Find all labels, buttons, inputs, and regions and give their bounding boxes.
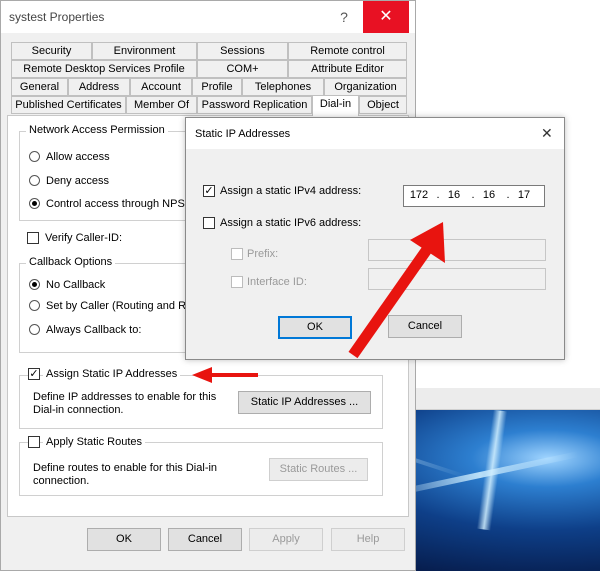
ipv4-dot-1: . xyxy=(436,189,440,201)
deny-access-radio[interactable] xyxy=(29,175,40,186)
network-access-legend: Network Access Permission xyxy=(26,124,168,136)
static-ip-description-2: Dial-in connection. xyxy=(33,404,124,416)
always-callback-radio[interactable] xyxy=(29,324,40,335)
assign-ipv4-checkbox[interactable]: ✓ xyxy=(203,185,215,197)
assign-static-ip-label: Assign Static IP Addresses xyxy=(43,368,181,380)
prefix-label: Prefix: xyxy=(247,248,279,260)
deny-access-label: Deny access xyxy=(46,175,109,187)
cancel-button[interactable]: Cancel xyxy=(168,528,242,551)
dialog-titlebar: Static IP Addresses ✕ xyxy=(186,118,564,149)
nps-access-radio[interactable] xyxy=(29,198,40,209)
tab-organization[interactable]: Organization xyxy=(324,78,407,96)
verify-caller-id-checkbox[interactable] xyxy=(27,232,39,244)
assign-static-ip-checkbox[interactable]: ✓ xyxy=(28,368,40,380)
tab-published-certificates[interactable]: Published Certificates xyxy=(11,96,126,114)
ipv4-octet-4: 17 xyxy=(517,189,531,201)
assign-ipv6-label: Assign a static IPv6 address: xyxy=(220,217,362,229)
tab-sessions[interactable]: Sessions xyxy=(197,42,288,60)
ipv4-address-input[interactable]: 172 . 16 . 16 . 17 xyxy=(403,185,545,207)
caller-set-label: Set by Caller (Routing and Re xyxy=(46,300,193,312)
static-routes-description-1: Define routes to enable for this Dial-in xyxy=(33,462,218,474)
interface-id-input[interactable] xyxy=(368,268,546,290)
nps-access-label: Control access through NPS N xyxy=(46,198,196,210)
tab-object[interactable]: Object xyxy=(359,96,407,114)
interface-id-checkbox[interactable] xyxy=(231,276,243,288)
tab-general[interactable]: General xyxy=(11,78,68,96)
interface-id-label: Interface ID: xyxy=(247,276,307,288)
static-routes-button[interactable]: Static Routes ... xyxy=(269,458,368,481)
apply-button[interactable]: Apply xyxy=(249,528,323,551)
tab-security[interactable]: Security xyxy=(11,42,92,60)
tab-profile[interactable]: Profile xyxy=(192,78,242,96)
ipv4-octet-1: 172 xyxy=(409,189,429,201)
tab-address[interactable]: Address xyxy=(68,78,130,96)
assign-ipv6-checkbox[interactable] xyxy=(203,217,215,229)
tab-dial-in[interactable]: Dial-in xyxy=(312,95,359,116)
tab-telephones[interactable]: Telephones xyxy=(242,78,324,96)
apply-static-routes-checkbox[interactable] xyxy=(28,436,40,448)
callback-legend: Callback Options xyxy=(26,256,116,268)
dialog-ok-button[interactable]: OK xyxy=(278,316,352,339)
tab-rds-profile[interactable]: Remote Desktop Services Profile xyxy=(11,60,197,78)
caller-set-radio[interactable] xyxy=(29,300,40,311)
static-ip-addresses-button[interactable]: Static IP Addresses ... xyxy=(238,391,371,414)
ipv4-octet-2: 16 xyxy=(447,189,461,201)
no-callback-label: No Callback xyxy=(46,279,106,291)
window-title: systest Properties xyxy=(9,10,105,24)
static-routes-description-2: connection. xyxy=(33,475,90,487)
tab-complus[interactable]: COM+ xyxy=(197,60,288,78)
no-callback-radio[interactable] xyxy=(29,279,40,290)
tab-member-of[interactable]: Member Of xyxy=(126,96,197,114)
tab-account[interactable]: Account xyxy=(130,78,192,96)
dialog-close-button[interactable]: ✕ xyxy=(541,125,553,142)
ipv4-dot-3: . xyxy=(506,189,510,201)
tab-environment[interactable]: Environment xyxy=(92,42,197,60)
verify-caller-id-label: Verify Caller-ID: xyxy=(45,232,123,244)
tab-password-replication[interactable]: Password Replication xyxy=(197,96,312,114)
static-ip-description-1: Define IP addresses to enable for this xyxy=(33,391,217,403)
close-button[interactable]: ✕ xyxy=(363,1,409,33)
ipv4-octet-3: 16 xyxy=(482,189,496,201)
dialog-title: Static IP Addresses xyxy=(195,128,291,140)
prefix-checkbox[interactable] xyxy=(231,248,243,260)
always-callback-label: Always Callback to: xyxy=(46,324,142,336)
ipv4-dot-2: . xyxy=(471,189,475,201)
apply-static-routes-label: Apply Static Routes xyxy=(43,436,145,448)
assign-ipv4-label: Assign a static IPv4 address: xyxy=(220,185,362,197)
dialog-cancel-button[interactable]: Cancel xyxy=(388,315,462,338)
tab-attribute-editor[interactable]: Attribute Editor xyxy=(288,60,407,78)
help-button[interactable]: ? xyxy=(326,1,362,33)
help-footer-button[interactable]: Help xyxy=(331,528,405,551)
prefix-input[interactable] xyxy=(368,239,546,261)
allow-access-radio[interactable] xyxy=(29,151,40,162)
tab-remote-control[interactable]: Remote control xyxy=(288,42,407,60)
ok-button[interactable]: OK xyxy=(87,528,161,551)
static-ip-dialog: Static IP Addresses ✕ ✓ Assign a static … xyxy=(185,117,565,360)
allow-access-label: Allow access xyxy=(46,151,110,163)
